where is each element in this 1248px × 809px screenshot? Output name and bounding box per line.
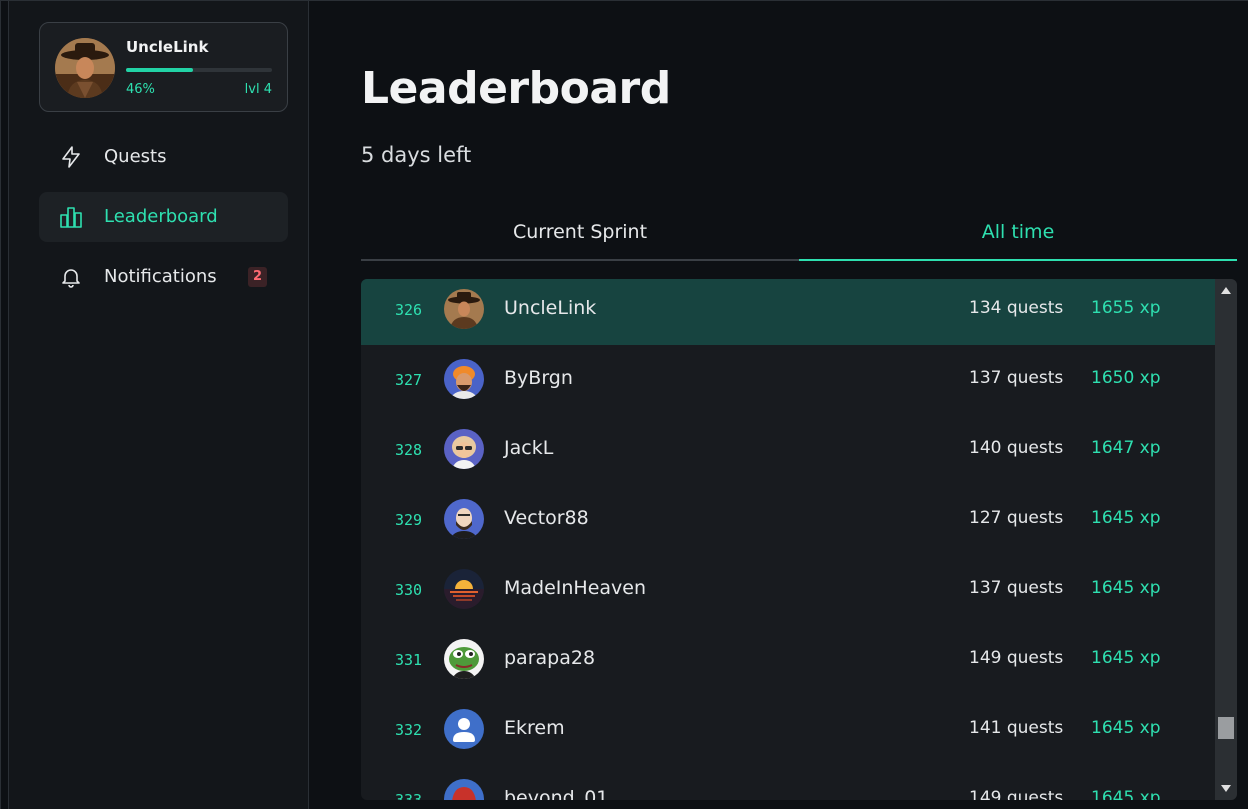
username[interactable]: beyond_01: [504, 787, 608, 800]
level-label: lvl 4: [244, 82, 272, 97]
quest-count: 140 quests: [969, 438, 1064, 458]
leaderboard-row[interactable]: 328 JackL 140 quests 1647 xp: [361, 419, 1215, 485]
xp-value: 1647 xp: [1091, 438, 1161, 458]
quest-count: 137 quests: [969, 578, 1064, 598]
page-title: Leaderboard: [361, 63, 671, 114]
scroll-up-arrow-icon[interactable]: [1221, 287, 1231, 294]
rank: 330: [395, 581, 423, 599]
nav-label-quests: Quests: [104, 146, 167, 167]
xp-value: 1645 xp: [1091, 648, 1161, 668]
bar-chart-icon: [59, 205, 83, 229]
rank: 331: [395, 651, 423, 669]
leaderboard-tabs: Current Sprint All time: [361, 207, 1237, 261]
main-content: Leaderboard 5 days left Current Sprint A…: [309, 1, 1248, 809]
xp-progress-bar: [126, 68, 272, 72]
sidebar: UncleLink 46% lvl 4 Quests Leaderboard N…: [9, 1, 309, 809]
nav-item-leaderboard[interactable]: Leaderboard: [39, 192, 288, 242]
leaderboard-row[interactable]: 331 parapa28 149 quests 1645 xp: [361, 629, 1215, 695]
default-user-avatar: [444, 709, 484, 749]
username[interactable]: parapa28: [504, 647, 595, 669]
scrollbar[interactable]: [1215, 279, 1237, 800]
app-window: UncleLink 46% lvl 4 Quests Leaderboard N…: [0, 0, 1248, 809]
leaderboard-row[interactable]: 329 Vector88 127 quests 1645 xp: [361, 489, 1215, 555]
xp-value: 1645 xp: [1091, 788, 1161, 800]
profile-avatar: [55, 38, 115, 98]
profile-card[interactable]: UncleLink 46% lvl 4: [39, 22, 288, 112]
xp-percent: 46%: [126, 82, 155, 97]
frog-avatar: [444, 639, 484, 679]
username[interactable]: Ekrem: [504, 717, 565, 739]
leaderboard-row[interactable]: 330 MadeInHeaven 137 quests 1645 xp: [361, 559, 1215, 625]
nav-label-notifications: Notifications: [104, 266, 217, 287]
rank: 333: [395, 791, 423, 800]
quest-count: 149 quests: [969, 648, 1064, 668]
nav-item-quests[interactable]: Quests: [39, 132, 288, 182]
username[interactable]: ByBrgn: [504, 367, 573, 389]
xp-value: 1655 xp: [1091, 298, 1161, 318]
quest-count: 127 quests: [969, 508, 1064, 528]
xp-progress-fill: [126, 68, 194, 72]
xp-value: 1645 xp: [1091, 578, 1161, 598]
xp-value: 1645 xp: [1091, 508, 1161, 528]
rank: 332: [395, 721, 423, 739]
rank: 327: [395, 371, 423, 389]
username[interactable]: MadeInHeaven: [504, 577, 646, 599]
quest-count: 149 quests: [969, 788, 1064, 800]
notification-count-badge: 2: [248, 267, 267, 287]
rank: 328: [395, 441, 423, 459]
tab-all-time[interactable]: All time: [799, 207, 1237, 261]
xp-value: 1650 xp: [1091, 368, 1161, 388]
xp-value: 1645 xp: [1091, 718, 1161, 738]
bell-icon: [59, 265, 83, 289]
leaderboard-row[interactable]: 333 beyond_01 149 quests 1645 xp: [361, 769, 1215, 800]
quest-count: 141 quests: [969, 718, 1064, 738]
username[interactable]: UncleLink: [504, 297, 596, 319]
nav-item-notifications[interactable]: Notifications 2: [39, 252, 288, 302]
tab-current-sprint[interactable]: Current Sprint: [361, 207, 799, 261]
nav-label-leaderboard: Leaderboard: [104, 206, 218, 227]
memoji-beard-avatar: [444, 499, 484, 539]
profile-name: UncleLink: [126, 38, 209, 56]
lightning-icon: [59, 145, 83, 169]
leaderboard-row[interactable]: 332 Ekrem 141 quests 1645 xp: [361, 699, 1215, 765]
memoji-sunglasses-avatar: [444, 429, 484, 469]
scrollbar-thumb[interactable]: [1218, 717, 1234, 739]
quest-count: 134 quests: [969, 298, 1064, 318]
username[interactable]: Vector88: [504, 507, 589, 529]
username[interactable]: JackL: [504, 437, 553, 459]
rank: 326: [395, 301, 423, 319]
leaderboard-row[interactable]: 327 ByBrgn 137 quests 1650 xp: [361, 349, 1215, 415]
red-hat-avatar: [444, 779, 484, 800]
leaderboard-list[interactable]: 326 UncleLink 134 quests 1655 xp 327 ByB…: [361, 279, 1237, 800]
rank: 329: [395, 511, 423, 529]
memoji-turban-avatar: [444, 359, 484, 399]
days-left-label: 5 days left: [361, 143, 472, 167]
leaderboard-row-current-user[interactable]: 326 UncleLink 134 quests 1655 xp: [361, 279, 1215, 345]
sunset-avatar: [444, 569, 484, 609]
scroll-down-arrow-icon[interactable]: [1221, 785, 1231, 792]
cowboy-avatar: [444, 289, 484, 329]
quest-count: 137 quests: [969, 368, 1064, 388]
